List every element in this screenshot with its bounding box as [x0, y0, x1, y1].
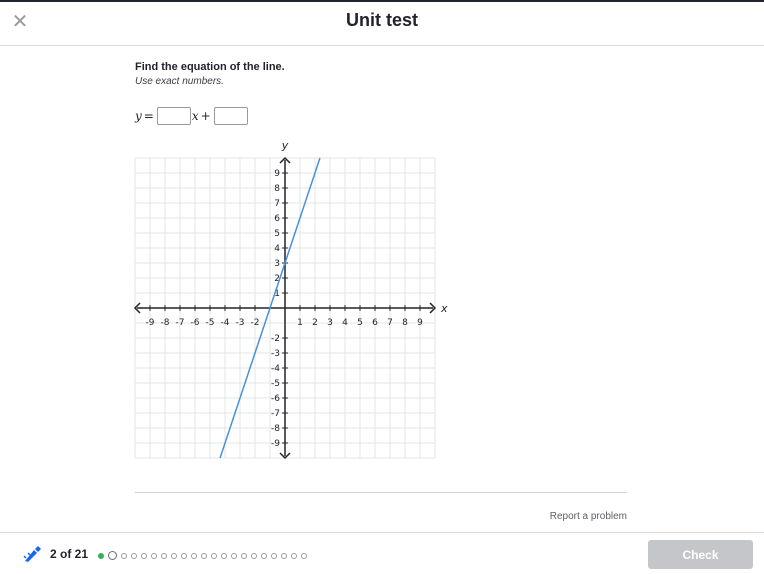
y-tick-label: 5 — [274, 229, 280, 239]
x-tick-label: 6 — [372, 318, 378, 328]
y-tick-label: -7 — [271, 409, 280, 419]
page-title: Unit test — [346, 10, 418, 30]
x-tick-label: 3 — [327, 318, 333, 328]
y-tick-label: 8 — [274, 184, 280, 194]
pencil-icon — [23, 546, 41, 562]
y-tick-label: 3 — [274, 259, 280, 269]
x-tick-label: -8 — [161, 318, 170, 328]
y-tick-label: -3 — [271, 349, 280, 359]
progress-dot — [108, 551, 117, 560]
equation: y = x + — [135, 107, 249, 125]
equation-x: x — [191, 109, 199, 123]
progress-dot — [191, 552, 197, 559]
progress-dot — [221, 552, 227, 559]
progress-dot — [281, 552, 287, 559]
progress-label: 2 of 21 — [50, 547, 89, 561]
x-tick-label: 2 — [312, 318, 318, 328]
progress-dot — [98, 552, 104, 559]
progress-dot — [271, 552, 277, 559]
progress-dot — [251, 552, 257, 559]
y-tick-label: 4 — [274, 244, 280, 254]
y-tick-label: -4 — [271, 364, 280, 374]
x-axis-label: x — [440, 302, 448, 315]
equation-lhs: y — [135, 109, 142, 123]
plus-sign: + — [200, 109, 211, 123]
report-problem-link[interactable]: Report a problem — [550, 511, 627, 522]
progress-dot — [161, 552, 167, 559]
y-tick-label: -8 — [271, 424, 280, 434]
header: ✕ Unit test — [0, 2, 764, 46]
x-tick-label: -4 — [221, 318, 230, 328]
progress-dot — [151, 552, 157, 559]
y-tick-label: -2 — [271, 334, 280, 344]
x-tick-label: -5 — [206, 318, 215, 328]
question-hint: Use exact numbers. — [135, 76, 224, 87]
footer: 2 of 21 Check — [0, 532, 764, 574]
y-tick-label: 6 — [274, 214, 280, 224]
y-tick-label: 9 — [274, 169, 280, 179]
x-tick-label: -6 — [191, 318, 200, 328]
x-tick-label: 9 — [417, 318, 423, 328]
x-tick-label: 8 — [402, 318, 408, 328]
progress-dot — [171, 552, 177, 559]
y-tick-label: -9 — [271, 439, 280, 449]
progress-dot — [121, 552, 127, 559]
progress-dot — [181, 552, 187, 559]
progress-dot — [261, 552, 267, 559]
x-tick-label: -7 — [176, 318, 185, 328]
check-button[interactable]: Check — [648, 540, 753, 569]
x-tick-label: -2 — [251, 318, 260, 328]
y-axis-label: y — [281, 139, 289, 152]
x-tick-label: -9 — [146, 318, 155, 328]
intercept-input[interactable] — [213, 107, 248, 125]
progress-dot — [291, 552, 297, 559]
y-tick-label: -6 — [271, 394, 280, 404]
progress-dot — [301, 552, 307, 559]
progress-dot — [131, 552, 137, 559]
x-tick-label: 4 — [342, 318, 348, 328]
progress-dots — [98, 551, 311, 560]
x-tick-label: 7 — [387, 318, 393, 328]
y-tick-label: -5 — [271, 379, 280, 389]
x-tick-label: 5 — [357, 318, 363, 328]
y-tick-label: 7 — [274, 199, 280, 209]
progress-dot — [211, 552, 217, 559]
divider — [135, 492, 627, 493]
equals-sign: = — [143, 109, 154, 123]
progress-dot — [241, 552, 247, 559]
progress-dot — [141, 552, 147, 559]
x-tick-label: -3 — [236, 318, 245, 328]
question-content: Find the equation of the line. Use exact… — [135, 61, 627, 87]
progress-dot — [201, 552, 207, 559]
coordinate-graph: -9 -8 -7 -6 -5 -4 -3 -2 1 2 3 4 5 6 7 8 9987654321-2-3-4… — [133, 139, 448, 460]
question-prompt: Find the equation of the line. — [135, 61, 285, 73]
progress-dot — [231, 552, 237, 559]
x-tick-label: 1 — [297, 318, 303, 328]
slope-input[interactable] — [156, 107, 191, 125]
